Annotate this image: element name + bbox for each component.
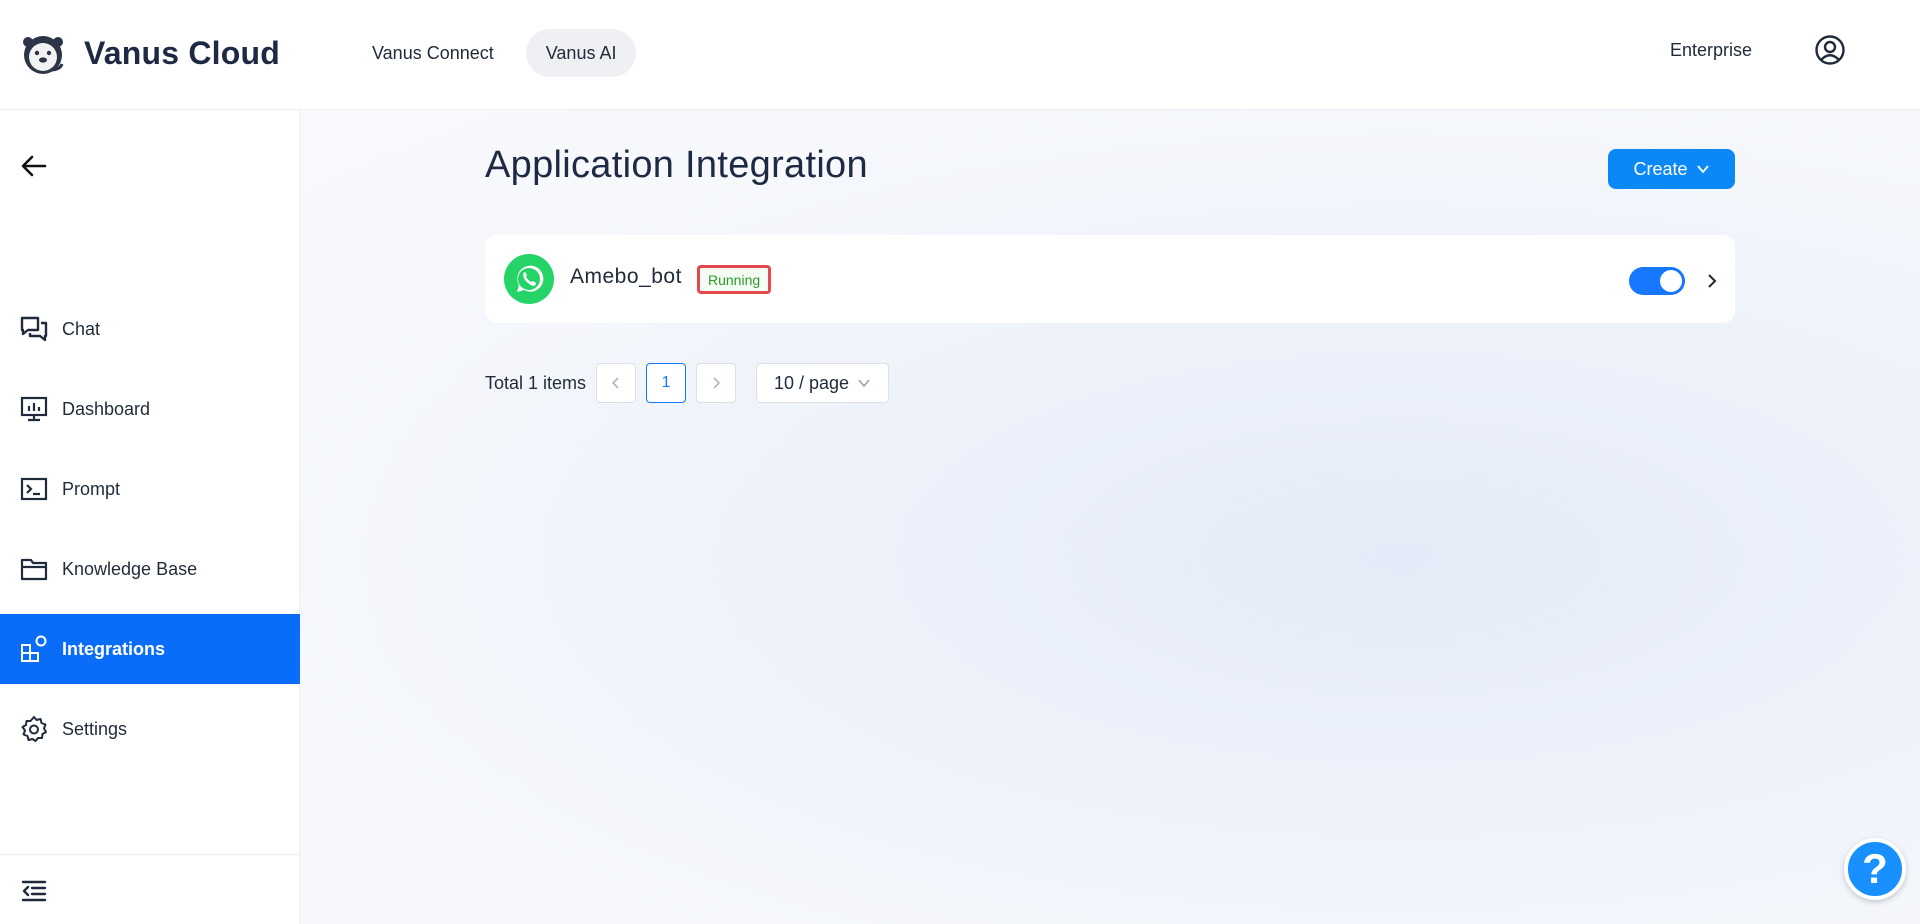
sidebar-nav: Chat Dashboard Prompt Knowledge Base Int… xyxy=(0,294,300,774)
sidebar-footer xyxy=(0,854,300,924)
header-right: Enterprise xyxy=(1670,34,1846,66)
sidebar-item-integrations[interactable]: Integrations xyxy=(0,614,300,684)
sidebar-item-knowledge-base[interactable]: Knowledge Base xyxy=(0,534,300,604)
plan-label[interactable]: Enterprise xyxy=(1670,40,1752,61)
create-button-label: Create xyxy=(1633,158,1688,179)
main-content: Application Integration Create Amebo_bot… xyxy=(300,110,1920,924)
status-badge: Running xyxy=(697,265,772,294)
folder-icon xyxy=(20,558,48,581)
integration-name: Amebo_bot xyxy=(570,265,682,288)
integrations-icon xyxy=(21,635,47,662)
sidebar: Chat Dashboard Prompt Knowledge Base Int… xyxy=(0,110,300,924)
next-page-button[interactable] xyxy=(696,363,737,403)
whatsapp-icon xyxy=(504,254,554,304)
gear-icon xyxy=(21,716,47,742)
sidebar-item-label: Chat xyxy=(62,318,101,339)
chat-icon xyxy=(20,316,48,342)
chevron-right-icon[interactable] xyxy=(1702,271,1722,291)
sidebar-item-label: Dashboard xyxy=(62,398,151,419)
sidebar-item-dashboard[interactable]: Dashboard xyxy=(0,374,300,444)
nav-vanus-connect[interactable]: Vanus Connect xyxy=(352,29,514,77)
page-size-value: 10 / page xyxy=(774,372,850,393)
chevron-left-icon xyxy=(611,377,619,389)
pagination-total: Total 1 items xyxy=(485,372,587,393)
sidebar-item-settings[interactable]: Settings xyxy=(0,694,300,764)
user-account-icon[interactable] xyxy=(1814,34,1846,66)
toggle-knob xyxy=(1660,270,1682,292)
sidebar-item-prompt[interactable]: Prompt xyxy=(0,454,300,524)
page-number-button[interactable]: 1 xyxy=(646,363,687,403)
page-title: Application Integration xyxy=(485,144,868,186)
help-button[interactable]: ? xyxy=(1844,838,1906,900)
pagination: Total 1 items 1 10 / page xyxy=(485,363,890,403)
dashboard-icon xyxy=(20,396,48,422)
nav-vanus-ai[interactable]: Vanus AI xyxy=(525,29,637,77)
sidebar-item-label: Prompt xyxy=(62,478,121,499)
sidebar-item-label: Knowledge Base xyxy=(62,558,198,579)
brand[interactable]: Vanus Cloud xyxy=(20,30,280,76)
otter-logo-icon xyxy=(23,36,64,74)
prev-page-button[interactable] xyxy=(596,363,637,403)
create-button[interactable]: Create xyxy=(1608,149,1735,189)
collapse-menu-icon[interactable] xyxy=(20,877,48,905)
top-nav: Vanus Connect Vanus AI xyxy=(352,29,637,77)
sidebar-item-label: Settings xyxy=(62,718,128,739)
sidebar-item-label: Integrations xyxy=(62,638,166,659)
page-size-select[interactable]: 10 / page xyxy=(756,363,890,403)
integration-card[interactable]: Amebo_bot Running xyxy=(485,235,1735,323)
chevron-down-icon xyxy=(1696,165,1709,174)
chevron-right-icon xyxy=(713,377,721,389)
integration-enabled-toggle[interactable] xyxy=(1629,267,1685,295)
sidebar-item-chat[interactable]: Chat xyxy=(0,294,300,364)
brand-title: Vanus Cloud xyxy=(84,34,280,71)
back-arrow-icon[interactable] xyxy=(20,152,48,180)
top-header: Vanus Cloud Vanus Connect Vanus AI Enter… xyxy=(0,0,1920,110)
terminal-icon xyxy=(20,477,48,501)
chevron-down-icon xyxy=(858,379,870,388)
